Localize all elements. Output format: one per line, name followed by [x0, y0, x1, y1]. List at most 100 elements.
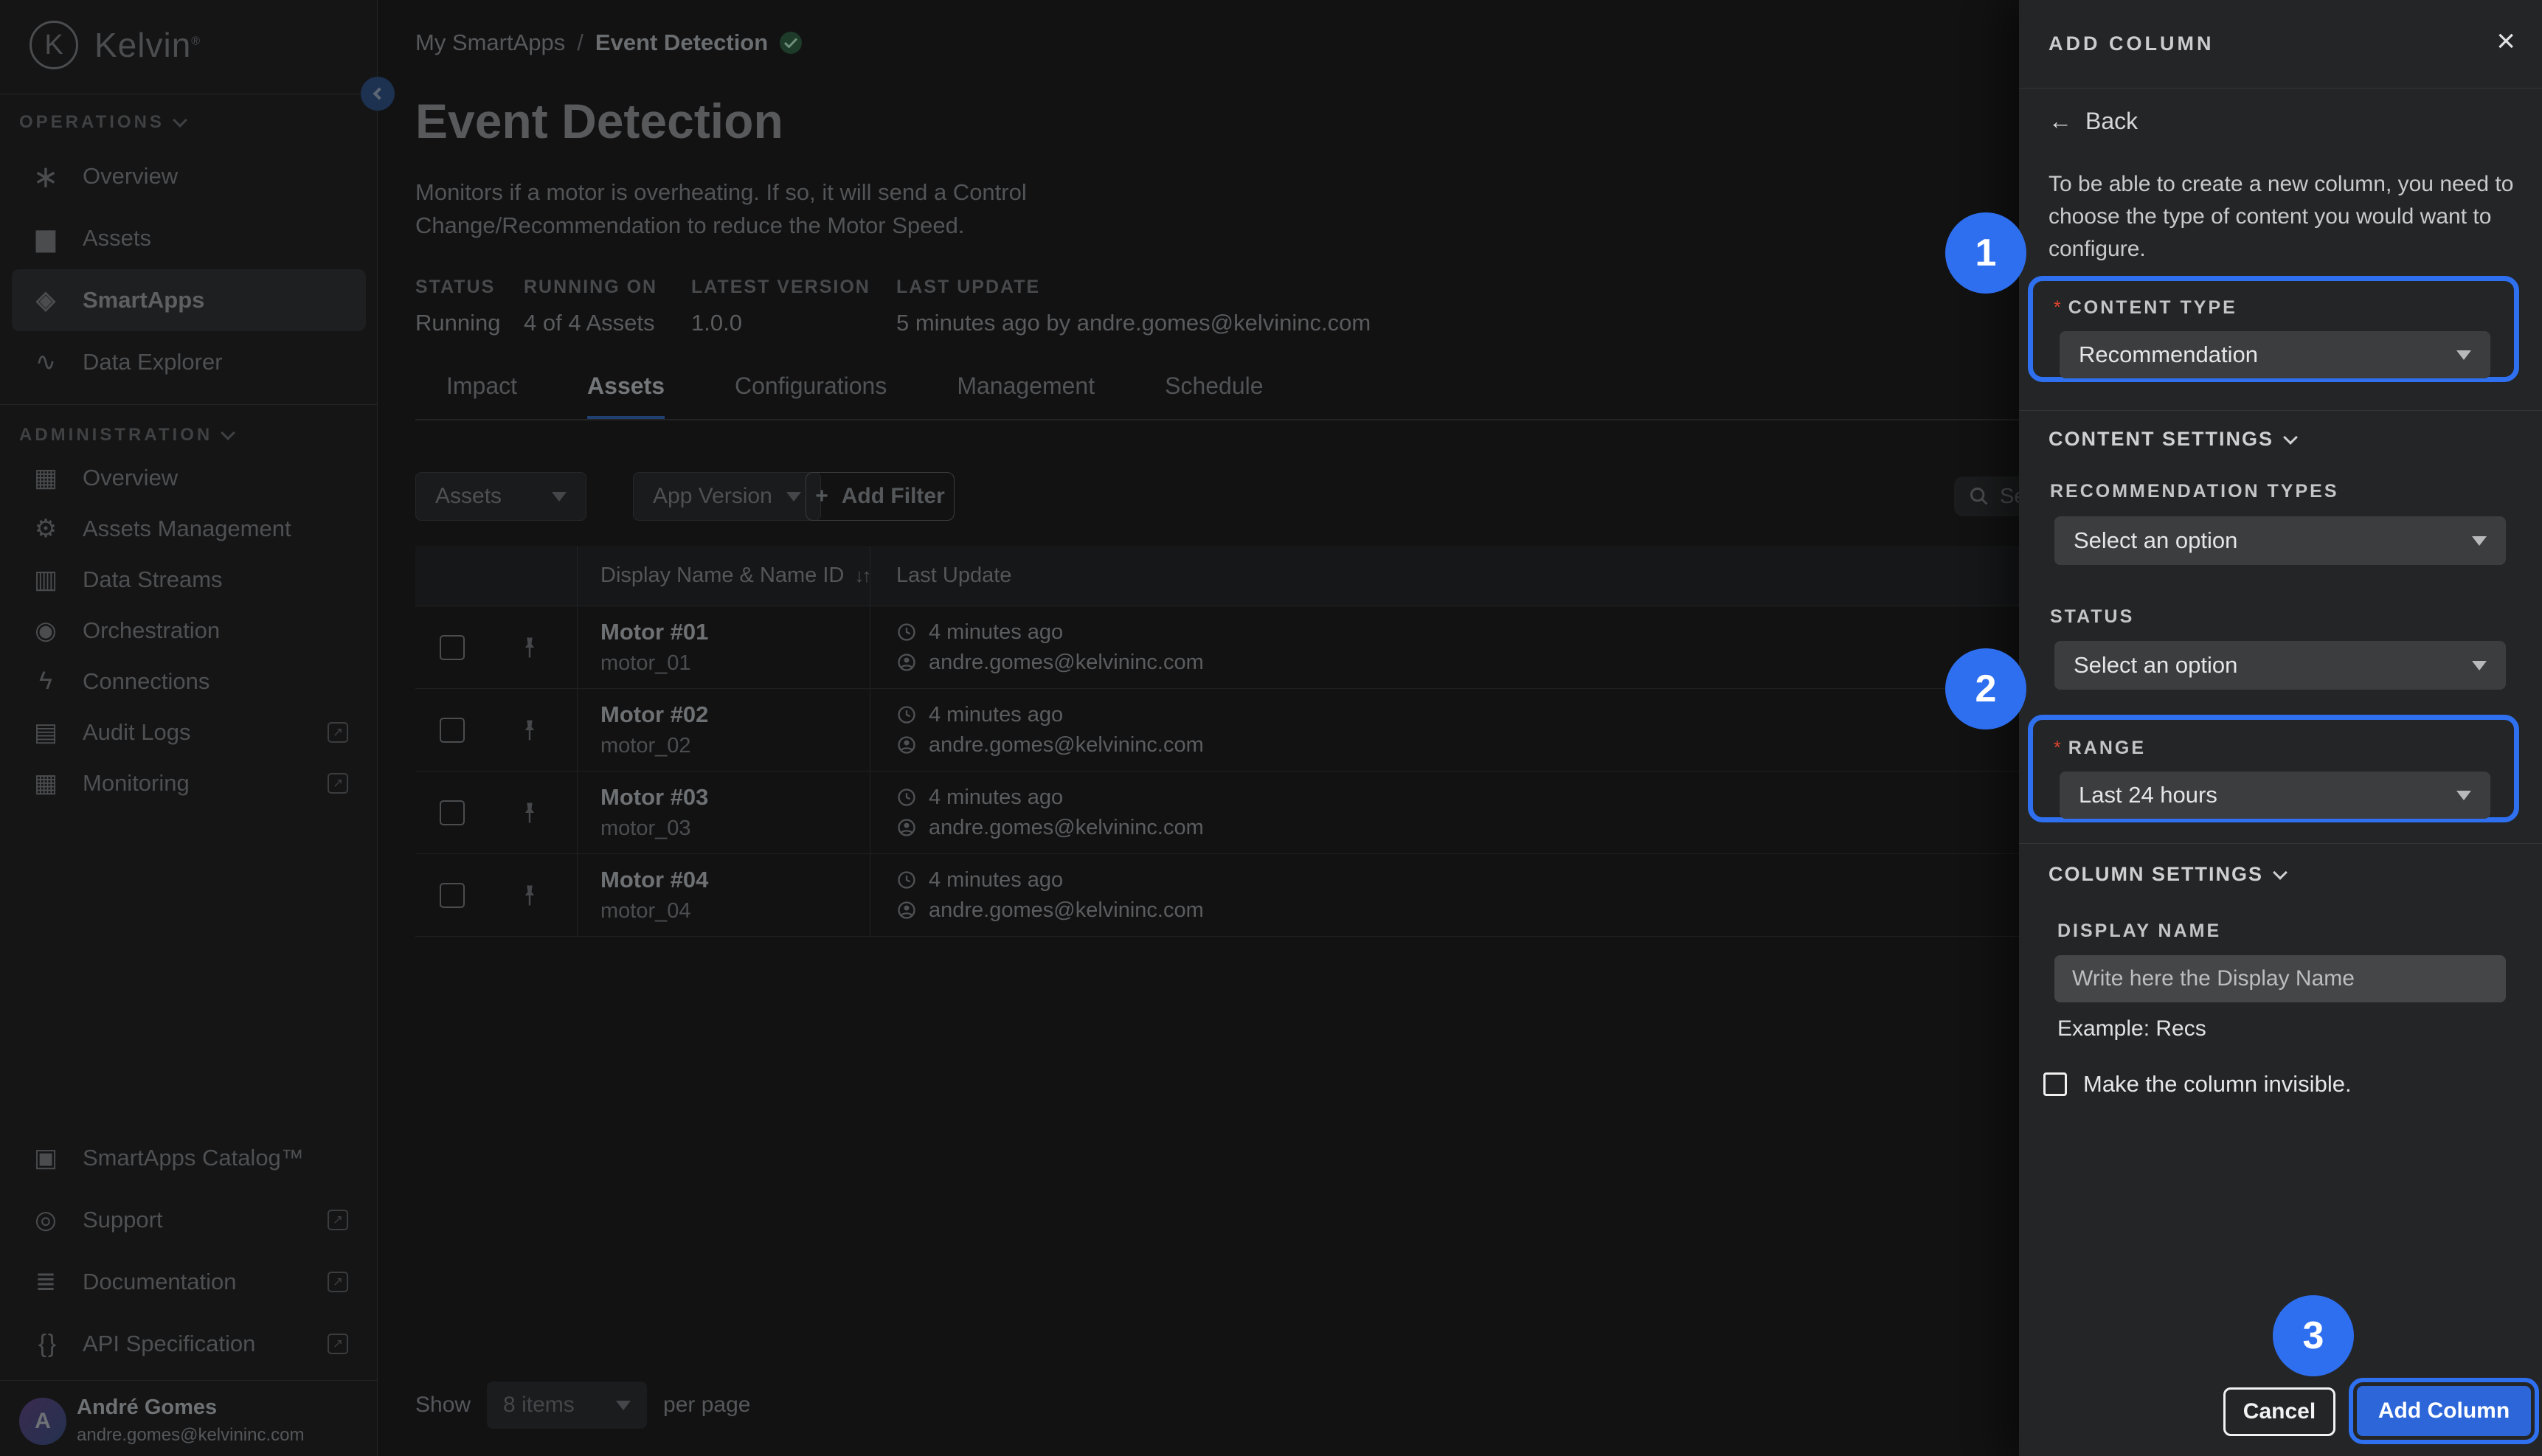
sidebar-item-smartapps[interactable]: ◈ SmartApps [12, 269, 366, 331]
sidebar-footer-group: ▣ SmartApps Catalog™ ◎ Support ↗ ≣ Docum… [0, 1127, 378, 1375]
sort-icon[interactable]: ↓↑ [854, 564, 869, 587]
overview-grid-icon: ▦ [30, 463, 62, 493]
latest-version-value: 1.0.0 [691, 310, 742, 336]
column-settings-header[interactable]: COLUMN SETTINGS [2049, 863, 2285, 886]
tab-impact[interactable]: Impact [446, 372, 517, 420]
running-on-value: 4 of 4 Assets [524, 310, 655, 336]
range-dropdown[interactable]: Last 24 hours [2060, 772, 2490, 819]
pin-icon[interactable] [519, 636, 541, 659]
asset-id: motor_02 [600, 734, 870, 758]
sidebar-item-label: Support [83, 1207, 163, 1233]
sidebar-item-overview[interactable]: ∗ Overview [0, 145, 378, 207]
row-updated: 4 minutes ago [929, 786, 1063, 810]
chevron-down-icon [2273, 865, 2288, 880]
sidebar-item-documentation[interactable]: ≣ Documentation ↗ [0, 1251, 378, 1313]
row-checkbox[interactable] [440, 718, 465, 743]
kelvin-logo: K Kelvin® [30, 21, 201, 69]
row-controls [415, 854, 578, 936]
sidebar-item-label: API Specification [83, 1331, 255, 1357]
asset-name[interactable]: Motor #03 [600, 784, 870, 811]
avatar: A [19, 1398, 66, 1445]
sidebar-item-admin-overview[interactable]: ▦ Overview [0, 452, 378, 503]
add-filter-button[interactable]: + Add Filter [806, 472, 955, 521]
asset-id: motor_04 [600, 899, 870, 923]
breadcrumb: My SmartApps / Event Detection [415, 30, 802, 56]
content-settings-header[interactable]: CONTENT SETTINGS [2049, 428, 2296, 451]
user-email: andre.gomes@kelvininc.com [77, 1425, 305, 1446]
administration-title: ADMINISTRATION [19, 425, 212, 446]
back-button[interactable]: ← Back [2049, 108, 2138, 135]
invisible-column-checkbox[interactable] [2043, 1072, 2067, 1096]
administration-section-header[interactable]: ADMINISTRATION [19, 425, 233, 446]
display-name-input[interactable] [2054, 955, 2506, 1002]
row-checkbox[interactable] [440, 800, 465, 825]
page-size-dropdown[interactable]: 8 items [487, 1382, 647, 1429]
step-badge-1: 1 [1945, 212, 2026, 294]
overview-icon: ∗ [30, 159, 62, 195]
sidebar-item-orchestration[interactable]: ◉ Orchestration [0, 605, 378, 656]
sidebar-item-connections[interactable]: ϟ Connections [0, 656, 378, 707]
assets-filter-dropdown[interactable]: Assets [415, 472, 586, 521]
tab-configurations[interactable]: Configurations [735, 372, 887, 420]
documentation-icon: ≣ [30, 1267, 62, 1297]
sidebar-item-data-streams[interactable]: ▥ Data Streams [0, 554, 378, 605]
divider [2019, 410, 2542, 411]
clock-icon [896, 787, 917, 808]
tab-assets[interactable]: Assets [587, 372, 665, 420]
content-type-field-label: *CONTENT TYPE [2054, 297, 2237, 319]
row-updated: 4 minutes ago [929, 703, 1063, 727]
sidebar-item-support[interactable]: ◎ Support ↗ [0, 1189, 378, 1251]
tab-management[interactable]: Management [957, 372, 1095, 420]
sidebar-item-monitoring[interactable]: ▦ Monitoring ↗ [0, 758, 378, 808]
api-spec-icon: { } [30, 1330, 62, 1359]
external-link-icon: ↗ [328, 773, 348, 794]
pin-icon[interactable] [519, 884, 541, 907]
sidebar-collapse-button[interactable] [361, 77, 395, 111]
sidebar-item-label: Monitoring [83, 770, 190, 797]
sidebar-item-label: Audit Logs [83, 719, 191, 746]
range-field-label: *RANGE [2054, 738, 2146, 759]
recommendation-types-dropdown[interactable]: Select an option [2054, 516, 2506, 565]
cancel-button[interactable]: Cancel [2223, 1387, 2335, 1436]
asset-name[interactable]: Motor #02 [600, 701, 870, 728]
pin-icon[interactable] [519, 718, 541, 742]
caret-down-icon [2472, 536, 2487, 546]
person-icon [896, 817, 917, 838]
add-column-panel: ADD COLUMN × ← Back To be able to create… [2019, 0, 2542, 1456]
tab-schedule[interactable]: Schedule [1165, 372, 1263, 420]
caret-down-icon [2472, 661, 2487, 670]
row-updated-by: andre.gomes@kelvininc.com [929, 733, 1204, 758]
asset-name[interactable]: Motor #01 [600, 619, 870, 645]
arrow-left-icon: ← [2049, 108, 2072, 135]
app-version-filter-dropdown[interactable]: App Version [633, 472, 821, 521]
pagination-show-label: Show [415, 1393, 471, 1418]
sidebar-item-assets-management[interactable]: ⚙ Assets Management [0, 503, 378, 554]
page-size-value: 8 items [503, 1393, 575, 1418]
data-explorer-icon: ∿ [30, 347, 62, 377]
close-icon[interactable]: × [2496, 25, 2515, 58]
operations-section-header[interactable]: OPERATIONS [19, 112, 185, 133]
breadcrumb-parent-link[interactable]: My SmartApps [415, 30, 565, 56]
user-profile[interactable]: A André Gomes andre.gomes@kelvininc.com [0, 1380, 378, 1456]
row-controls [415, 772, 578, 853]
divider [0, 404, 378, 405]
sidebar-item-assets[interactable]: ▆ Assets [0, 207, 378, 269]
panel-header: ADD COLUMN × [2019, 0, 2542, 89]
asset-name[interactable]: Motor #04 [600, 867, 870, 893]
sidebar-item-api-specification[interactable]: { } API Specification ↗ [0, 1313, 378, 1375]
pin-icon[interactable] [519, 801, 541, 825]
add-column-button[interactable]: Add Column [2357, 1386, 2531, 1436]
sidebar-item-audit-logs[interactable]: ▤ Audit Logs ↗ [0, 707, 378, 758]
sidebar-item-label: Overview [83, 465, 178, 491]
status-field-label: STATUS [2050, 606, 2134, 628]
column-settings-title: COLUMN SETTINGS [2049, 863, 2263, 886]
sidebar-item-data-explorer[interactable]: ∿ Data Explorer [0, 331, 378, 393]
row-checkbox[interactable] [440, 635, 465, 660]
content-type-dropdown[interactable]: Recommendation [2060, 331, 2490, 378]
table-header-name[interactable]: Display Name & Name ID ↓↑ [578, 546, 870, 606]
clock-icon [896, 870, 917, 890]
sidebar-item-smartapps-catalog[interactable]: ▣ SmartApps Catalog™ [0, 1127, 378, 1189]
status-dropdown[interactable]: Select an option [2054, 641, 2506, 690]
app-version-filter-label: App Version [653, 484, 772, 509]
row-checkbox[interactable] [440, 883, 465, 908]
